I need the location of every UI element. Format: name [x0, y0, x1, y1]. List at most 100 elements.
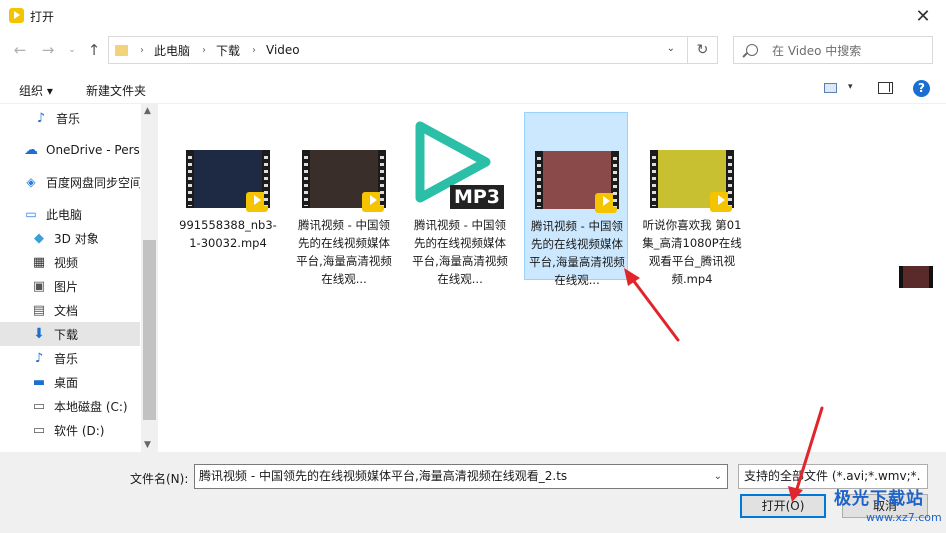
filename-input[interactable]: 腾讯视频 - 中国领先的在线视频媒体平台,海量高清视频在线观看_2.ts ⌄	[194, 464, 728, 489]
watermark-url: www.xz7.com	[866, 511, 942, 524]
filename-dropdown-icon[interactable]: ⌄	[714, 465, 722, 488]
back-button[interactable]: ←	[10, 40, 30, 60]
sidebar-item-label: 图片	[54, 279, 79, 294]
sidebar-item-documents[interactable]: ▤ 文档	[0, 298, 140, 322]
drive-c-icon: ▭	[32, 398, 46, 414]
sidebar-item-label: 桌面	[54, 375, 79, 390]
sidebar-item-label: OneDrive - Personal	[46, 143, 140, 157]
bottom-bar: 文件名(N): 腾讯视频 - 中国领先的在线视频媒体平台,海量高清视频在线观看_…	[0, 452, 946, 533]
preview-pane-icon[interactable]	[878, 82, 893, 94]
watermark-brand: 极光下载站	[834, 489, 924, 509]
recent-locations-button[interactable]: ⌄	[62, 40, 82, 60]
sidebar-item-label: 音乐	[56, 111, 81, 126]
sidebar-item-label: 本地磁盘 (C:)	[54, 399, 128, 414]
filename-label: 文件名(N):	[130, 472, 189, 486]
app-logo-icon	[9, 8, 24, 23]
mp3-file-icon: MP3	[408, 112, 512, 212]
watermark: 极光下载站 www.xz7.com	[826, 480, 946, 533]
forward-button[interactable]: →	[38, 40, 58, 60]
file-name: 腾讯视频 - 中国领先的在线视频媒体平台,海量高清视频在线观...	[412, 218, 508, 286]
sidebar-item-label: 音乐	[54, 351, 79, 366]
sidebar-item-onedrive[interactable]: ☁ OneDrive - Personal	[0, 138, 140, 162]
player-badge-icon	[246, 192, 268, 212]
open-button[interactable]: 打开(O)	[740, 494, 826, 518]
refresh-button[interactable]: ↻	[688, 36, 718, 64]
sidebar-item-label: 3D 对象	[54, 231, 99, 246]
breadcrumb-downloads[interactable]: 下载	[216, 42, 240, 59]
file-name: 听说你喜欢我 第01集_高清1080P在线观看平台_腾讯视频.mp4	[642, 218, 742, 286]
breadcrumb-separator: ›	[252, 44, 257, 56]
desktop-icon: ▬	[32, 374, 46, 390]
scrollbar-thumb[interactable]	[143, 240, 156, 420]
pictures-icon: ▣	[32, 278, 46, 294]
navigation-scrollbar[interactable]: ▲ ▼	[141, 104, 158, 452]
drive-d-icon: ▭	[32, 422, 46, 438]
sidebar-item-label: 下载	[54, 327, 79, 342]
video-folder-icon: ▦	[32, 254, 46, 270]
file-list: 991558388_nb3-1-30032.mp4 腾讯视频 - 中国领先的在线…	[158, 104, 946, 452]
video-thumbnail	[650, 150, 734, 212]
computer-icon: ▭	[25, 207, 37, 221]
breadcrumb-video[interactable]: Video	[266, 43, 300, 57]
file-item-selected[interactable]: 腾讯视频 - 中国领先的在线视频媒体平台,海量高清视频在线观...	[524, 112, 628, 287]
organize-menu[interactable]: 组织 ▾	[19, 82, 53, 99]
command-toolbar: 组织 ▾ 新建文件夹 ▾ ?	[0, 74, 946, 104]
player-badge-icon	[595, 193, 617, 213]
navigation-bar: ← → ⌄ ↑ › 此电脑 › 下载 › Video ⌄ ↻ 在 Video 中…	[0, 36, 946, 66]
sidebar-item-desktop[interactable]: ▬ 桌面	[0, 370, 140, 394]
video-thumbnail	[302, 150, 386, 212]
sidebar-item-drive-d[interactable]: ▭ 软件 (D:)	[0, 418, 140, 442]
search-icon	[746, 44, 758, 56]
filename-value: 腾讯视频 - 中国领先的在线视频媒体平台,海量高清视频在线观看_2.ts	[199, 469, 568, 483]
documents-icon: ▤	[32, 302, 46, 318]
sidebar-item-videos[interactable]: ▦ 视频	[0, 250, 140, 274]
download-icon: ⬇	[33, 326, 45, 342]
sidebar-item-baidu[interactable]: ◈ 百度网盘同步空间	[0, 170, 140, 194]
sidebar-item-this-pc[interactable]: ▭ 此电脑	[0, 202, 140, 226]
scroll-up-icon[interactable]: ▲	[144, 106, 151, 116]
file-open-dialog: 打开 ✕ ← → ⌄ ↑ › 此电脑 › 下载 › Video ⌄ ↻ 在 Vi…	[0, 0, 946, 533]
3d-objects-icon: ◆	[34, 230, 44, 246]
breadcrumb-separator: ›	[140, 44, 144, 56]
sidebar-item-downloads[interactable]: ⬇ 下载	[0, 322, 140, 346]
view-mode-dropdown[interactable]: ▾	[848, 82, 853, 92]
breadcrumb-this-pc[interactable]: 此电脑	[154, 42, 190, 59]
player-badge-icon	[362, 192, 384, 212]
help-icon[interactable]: ?	[913, 80, 930, 97]
sidebar-item-drive-c[interactable]: ▭ 本地磁盘 (C:)	[0, 394, 140, 418]
music-note-icon: ♪	[34, 350, 44, 366]
sidebar-item-label: 此电脑	[46, 207, 83, 222]
navigation-pane: ♪ 音乐 ☁ OneDrive - Personal ◈ 百度网盘同步空间 ▭ …	[0, 104, 158, 452]
sidebar-item-3d-objects[interactable]: ◆ 3D 对象	[0, 226, 140, 250]
player-badge-icon	[710, 192, 732, 212]
file-item[interactable]: 听说你喜欢我 第01集_高清1080P在线观看平台_腾讯视频.mp4	[640, 112, 744, 286]
title-bar: 打开 ✕	[0, 0, 946, 32]
search-input[interactable]: 在 Video 中搜索	[733, 36, 933, 64]
file-name: 腾讯视频 - 中国领先的在线视频媒体平台,海量高清视频在线观...	[529, 219, 625, 287]
scroll-down-icon[interactable]: ▼	[144, 440, 151, 450]
file-item[interactable]: MP3 腾讯视频 - 中国领先的在线视频媒体平台,海量高清视频在线观...	[408, 112, 512, 286]
sidebar-item-music[interactable]: ♪ 音乐	[0, 346, 140, 370]
cloud-icon: ☁	[24, 142, 38, 158]
mp3-label: MP3	[450, 185, 504, 209]
close-button[interactable]: ✕	[900, 0, 946, 32]
music-note-icon: ♪	[36, 110, 46, 126]
file-item[interactable]: 991558388_nb3-1-30032.mp4	[176, 112, 280, 280]
address-bar[interactable]: › 此电脑 › 下载 › Video ⌄	[108, 36, 688, 64]
view-mode-icon[interactable]	[824, 83, 837, 93]
file-name: 991558388_nb3-1-30032.mp4	[179, 218, 277, 250]
breadcrumb-separator: ›	[202, 44, 207, 56]
sidebar-item-music-top[interactable]: ♪ 音乐	[0, 106, 140, 130]
new-folder-button[interactable]: 新建文件夹	[86, 82, 146, 99]
folder-icon	[115, 44, 128, 56]
video-thumbnail	[535, 151, 619, 213]
video-thumbnail	[899, 266, 933, 288]
address-history-dropdown[interactable]: ⌄	[667, 43, 675, 54]
window-title: 打开	[30, 10, 55, 24]
file-item[interactable]: 腾讯视频 - 中国领先的在线视频媒体平台,海量高清视频在线观...	[292, 112, 396, 286]
sidebar-item-label: 视频	[54, 255, 79, 270]
sidebar-item-pictures[interactable]: ▣ 图片	[0, 274, 140, 298]
sidebar-item-label: 百度网盘同步空间	[46, 175, 140, 190]
up-folder-button[interactable]: ↑	[84, 40, 104, 60]
video-thumbnail	[186, 150, 270, 212]
